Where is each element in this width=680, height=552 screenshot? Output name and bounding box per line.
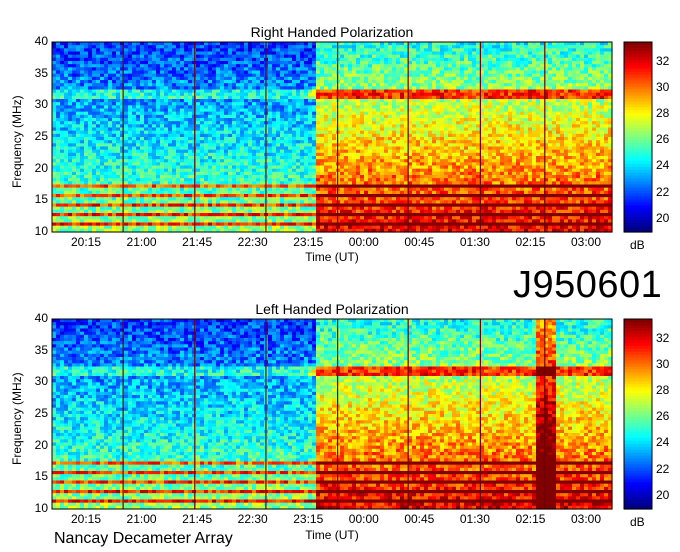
top-panel-title: Right Handed Polarization [250, 24, 414, 40]
top-spectrogram [51, 41, 613, 233]
